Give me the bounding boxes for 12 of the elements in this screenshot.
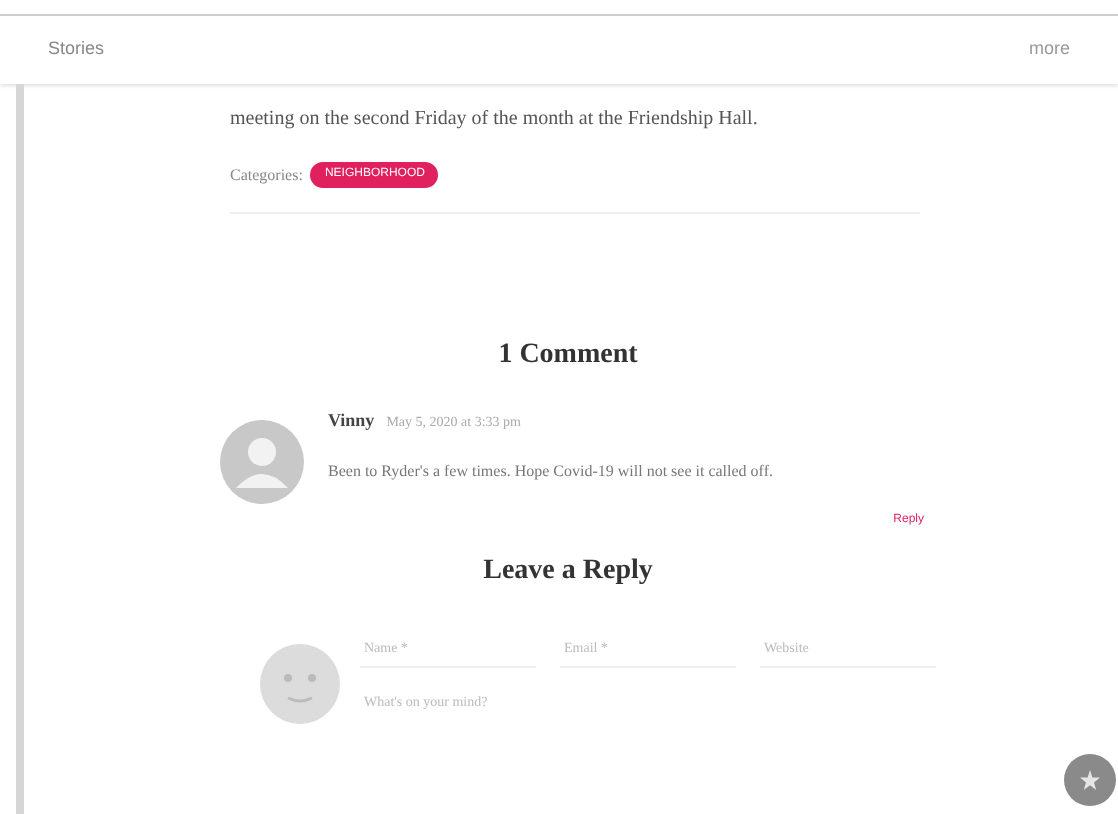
more-link[interactable]: more (1028, 36, 1070, 64)
categories-label: Categories: (230, 163, 303, 187)
avatar-icon (260, 644, 340, 724)
floating-button[interactable] (1064, 754, 1116, 806)
post-text: meeting on the second Friday of the month at the Friendship Hall. (230, 106, 760, 134)
comment-text: Been to Ryder's a few times. Hope Covid-19 will not see it called off. (328, 459, 773, 484)
avatar-icon (220, 420, 304, 504)
comments-title: 1 Comment (496, 338, 640, 374)
star-icon (1080, 770, 1100, 790)
site-title: Stories (48, 36, 105, 63)
reply-title: Leave a Reply (481, 554, 655, 590)
comment-author: Vinny (328, 408, 375, 434)
